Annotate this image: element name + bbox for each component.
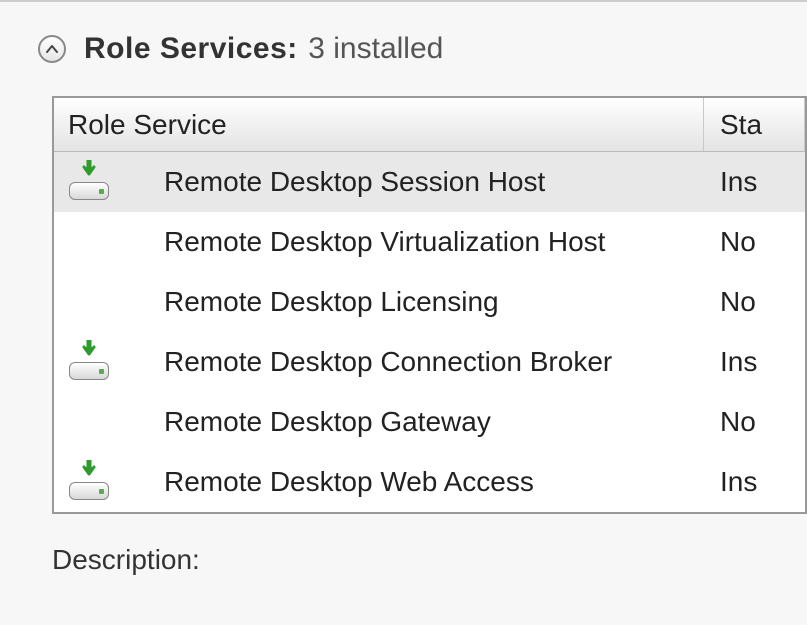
table-row[interactable]: Remote Desktop LicensingNo xyxy=(54,272,805,332)
row-icon-cell xyxy=(54,464,124,500)
collapse-toggle[interactable] xyxy=(38,35,66,63)
role-services-list: Role Service Sta Remote Desktop Session … xyxy=(52,96,807,514)
row-status: Ins xyxy=(704,346,805,378)
section-title-wrap: Role Services: 3 installed xyxy=(84,32,443,66)
installed-icon xyxy=(66,164,112,200)
row-icon-cell xyxy=(54,164,124,200)
blank-icon xyxy=(66,224,112,260)
table-row[interactable]: Remote Desktop Connection BrokerIns xyxy=(54,332,805,392)
row-icon-cell xyxy=(54,284,124,320)
row-status: No xyxy=(704,286,805,318)
row-status: No xyxy=(704,226,805,258)
chevron-up-icon xyxy=(45,44,59,54)
installed-icon xyxy=(66,344,112,380)
row-name: Remote Desktop Virtualization Host xyxy=(124,226,704,258)
blank-icon xyxy=(66,284,112,320)
row-name: Remote Desktop Web Access xyxy=(124,466,704,498)
row-name: Remote Desktop Licensing xyxy=(124,286,704,318)
row-status: No xyxy=(704,406,805,438)
table-row[interactable]: Remote Desktop Web AccessIns xyxy=(54,452,805,512)
row-icon-cell xyxy=(54,224,124,260)
column-header-role-service[interactable]: Role Service xyxy=(54,98,704,151)
row-name: Remote Desktop Session Host xyxy=(124,166,704,198)
blank-icon xyxy=(66,404,112,440)
table-row[interactable]: Remote Desktop Session HostIns xyxy=(54,152,805,212)
section-header: Role Services: 3 installed xyxy=(0,2,807,96)
row-name: Remote Desktop Gateway xyxy=(124,406,704,438)
table-row[interactable]: Remote Desktop Virtualization HostNo xyxy=(54,212,805,272)
row-status: Ins xyxy=(704,466,805,498)
row-name: Remote Desktop Connection Broker xyxy=(124,346,704,378)
row-status: Ins xyxy=(704,166,805,198)
list-body: Remote Desktop Session HostInsRemote Des… xyxy=(54,152,805,512)
section-title: Role Services: xyxy=(84,32,298,65)
list-header: Role Service Sta xyxy=(54,98,805,152)
description-label: Description: xyxy=(52,544,807,576)
installed-icon xyxy=(66,464,112,500)
row-icon-cell xyxy=(54,344,124,380)
row-icon-cell xyxy=(54,404,124,440)
table-row[interactable]: Remote Desktop GatewayNo xyxy=(54,392,805,452)
installed-count: 3 installed xyxy=(308,32,443,65)
column-header-status[interactable]: Sta xyxy=(704,98,805,151)
